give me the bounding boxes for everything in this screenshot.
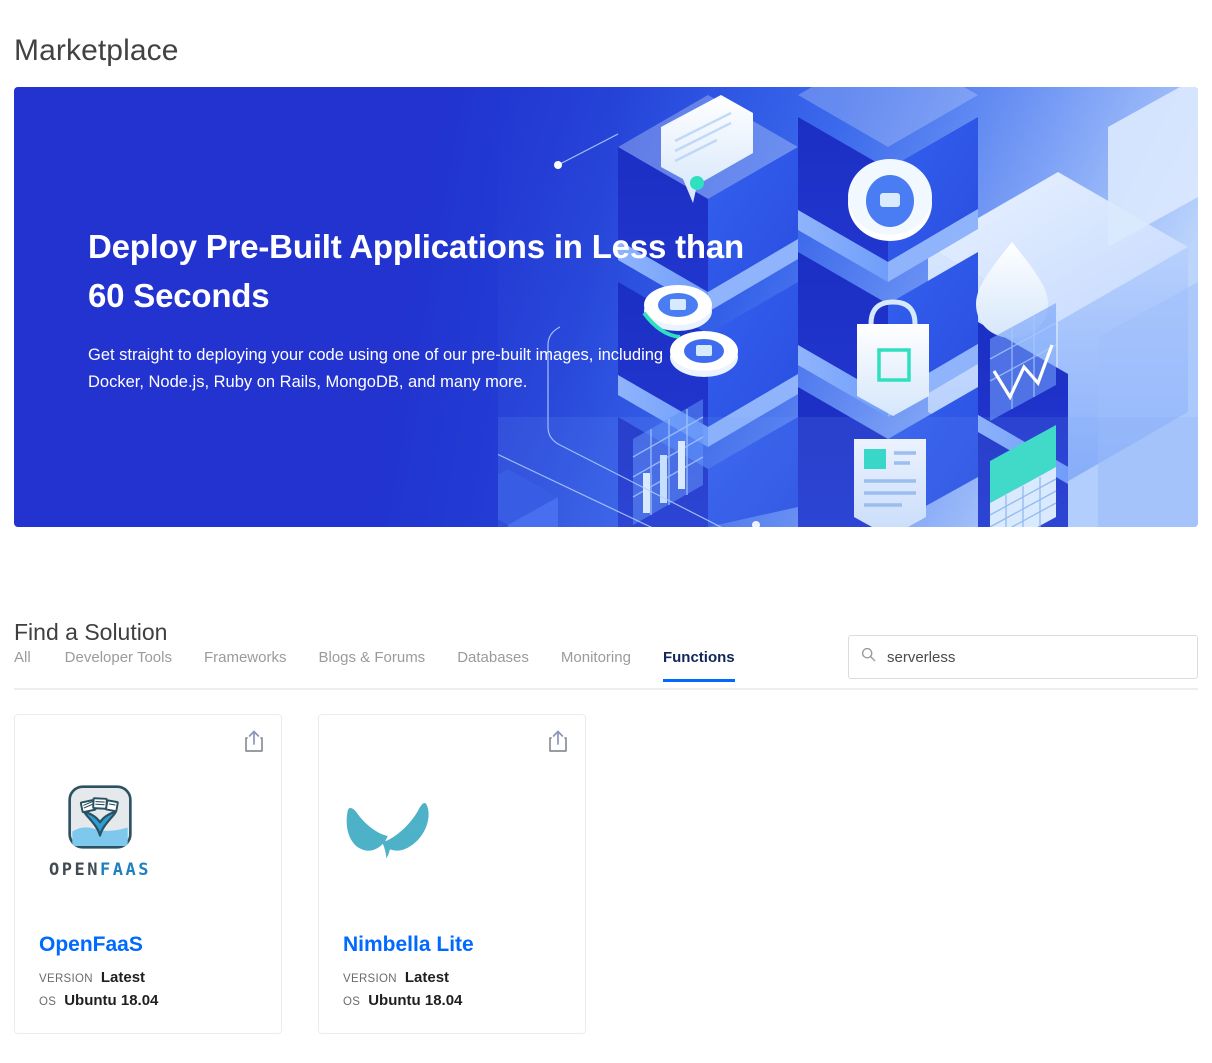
search-icon	[861, 647, 876, 667]
openfaas-logo: OPENFAAS	[39, 777, 179, 887]
share-icon[interactable]	[547, 729, 569, 753]
share-icon[interactable]	[243, 729, 265, 753]
tab-all[interactable]: All	[14, 648, 49, 682]
search-input[interactable]	[885, 647, 1185, 667]
openfaas-whale-mark	[68, 785, 132, 849]
card-meta-key: VERSION	[343, 973, 397, 985]
solution-card[interactable]: Nimbella Lite VERSION Latest OS Ubuntu 18.04	[318, 714, 586, 1034]
tab-monitoring[interactable]: Monitoring	[545, 648, 647, 682]
card-body: OpenFaaS VERSION Latest OS Ubuntu 18.04	[39, 933, 259, 1011]
page-title: Marketplace	[14, 34, 179, 68]
tab-developer-tools[interactable]: Developer Tools	[49, 648, 188, 682]
tab-databases[interactable]: Databases	[441, 648, 545, 682]
tabs-list: All Developer Tools Frameworks Blogs & Foru…	[14, 648, 751, 690]
solution-cards: OPENFAAS OpenFaaS VERSION Latest OS Ubuntu 18…	[14, 714, 586, 1034]
card-meta-key: OS	[39, 996, 57, 1008]
openfaas-wordmark: OPENFAAS	[49, 860, 151, 880]
tab-functions[interactable]: Functions	[647, 648, 751, 682]
card-title[interactable]: Nimbella Lite	[343, 933, 563, 957]
card-body: Nimbella Lite VERSION Latest OS Ubuntu 18.04	[343, 933, 563, 1011]
card-meta-value: Ubuntu 18.04	[64, 992, 159, 1009]
solution-card[interactable]: OPENFAAS OpenFaaS VERSION Latest OS Ubuntu 18…	[14, 714, 282, 1034]
card-meta-row: VERSION Latest	[343, 969, 563, 988]
card-meta-value: Ubuntu 18.04	[368, 992, 463, 1009]
card-meta-value: Latest	[100, 969, 146, 986]
hero-heading: Deploy Pre-Built Applications in Less th…	[88, 228, 744, 314]
search-box[interactable]	[848, 635, 1198, 679]
card-meta-value: Latest	[404, 969, 450, 986]
hero-copy: Deploy Pre-Built Applications in Less th…	[88, 222, 748, 396]
card-meta-key: OS	[343, 996, 361, 1008]
card-meta-row: OS Ubuntu 18.04	[39, 992, 259, 1011]
marketplace-page: Marketplace Deploy Pre-Built Application…	[0, 0, 1212, 1063]
nimbella-butterfly-mark	[346, 802, 429, 859]
card-meta-key: VERSION	[39, 973, 93, 985]
tab-blogs-forums[interactable]: Blogs & Forums	[302, 648, 441, 682]
nimbella-butterfly-logo	[343, 777, 483, 887]
hero-subheading: Get straight to deploying your code usin…	[88, 346, 664, 391]
card-title[interactable]: OpenFaaS	[39, 933, 259, 957]
card-meta-row: VERSION Latest	[39, 969, 259, 988]
card-meta-row: OS Ubuntu 18.04	[343, 992, 563, 1011]
find-a-solution-heading: Find a Solution	[14, 619, 168, 645]
hero-banner: Deploy Pre-Built Applications in Less th…	[14, 87, 1198, 527]
tab-frameworks[interactable]: Frameworks	[188, 648, 303, 682]
